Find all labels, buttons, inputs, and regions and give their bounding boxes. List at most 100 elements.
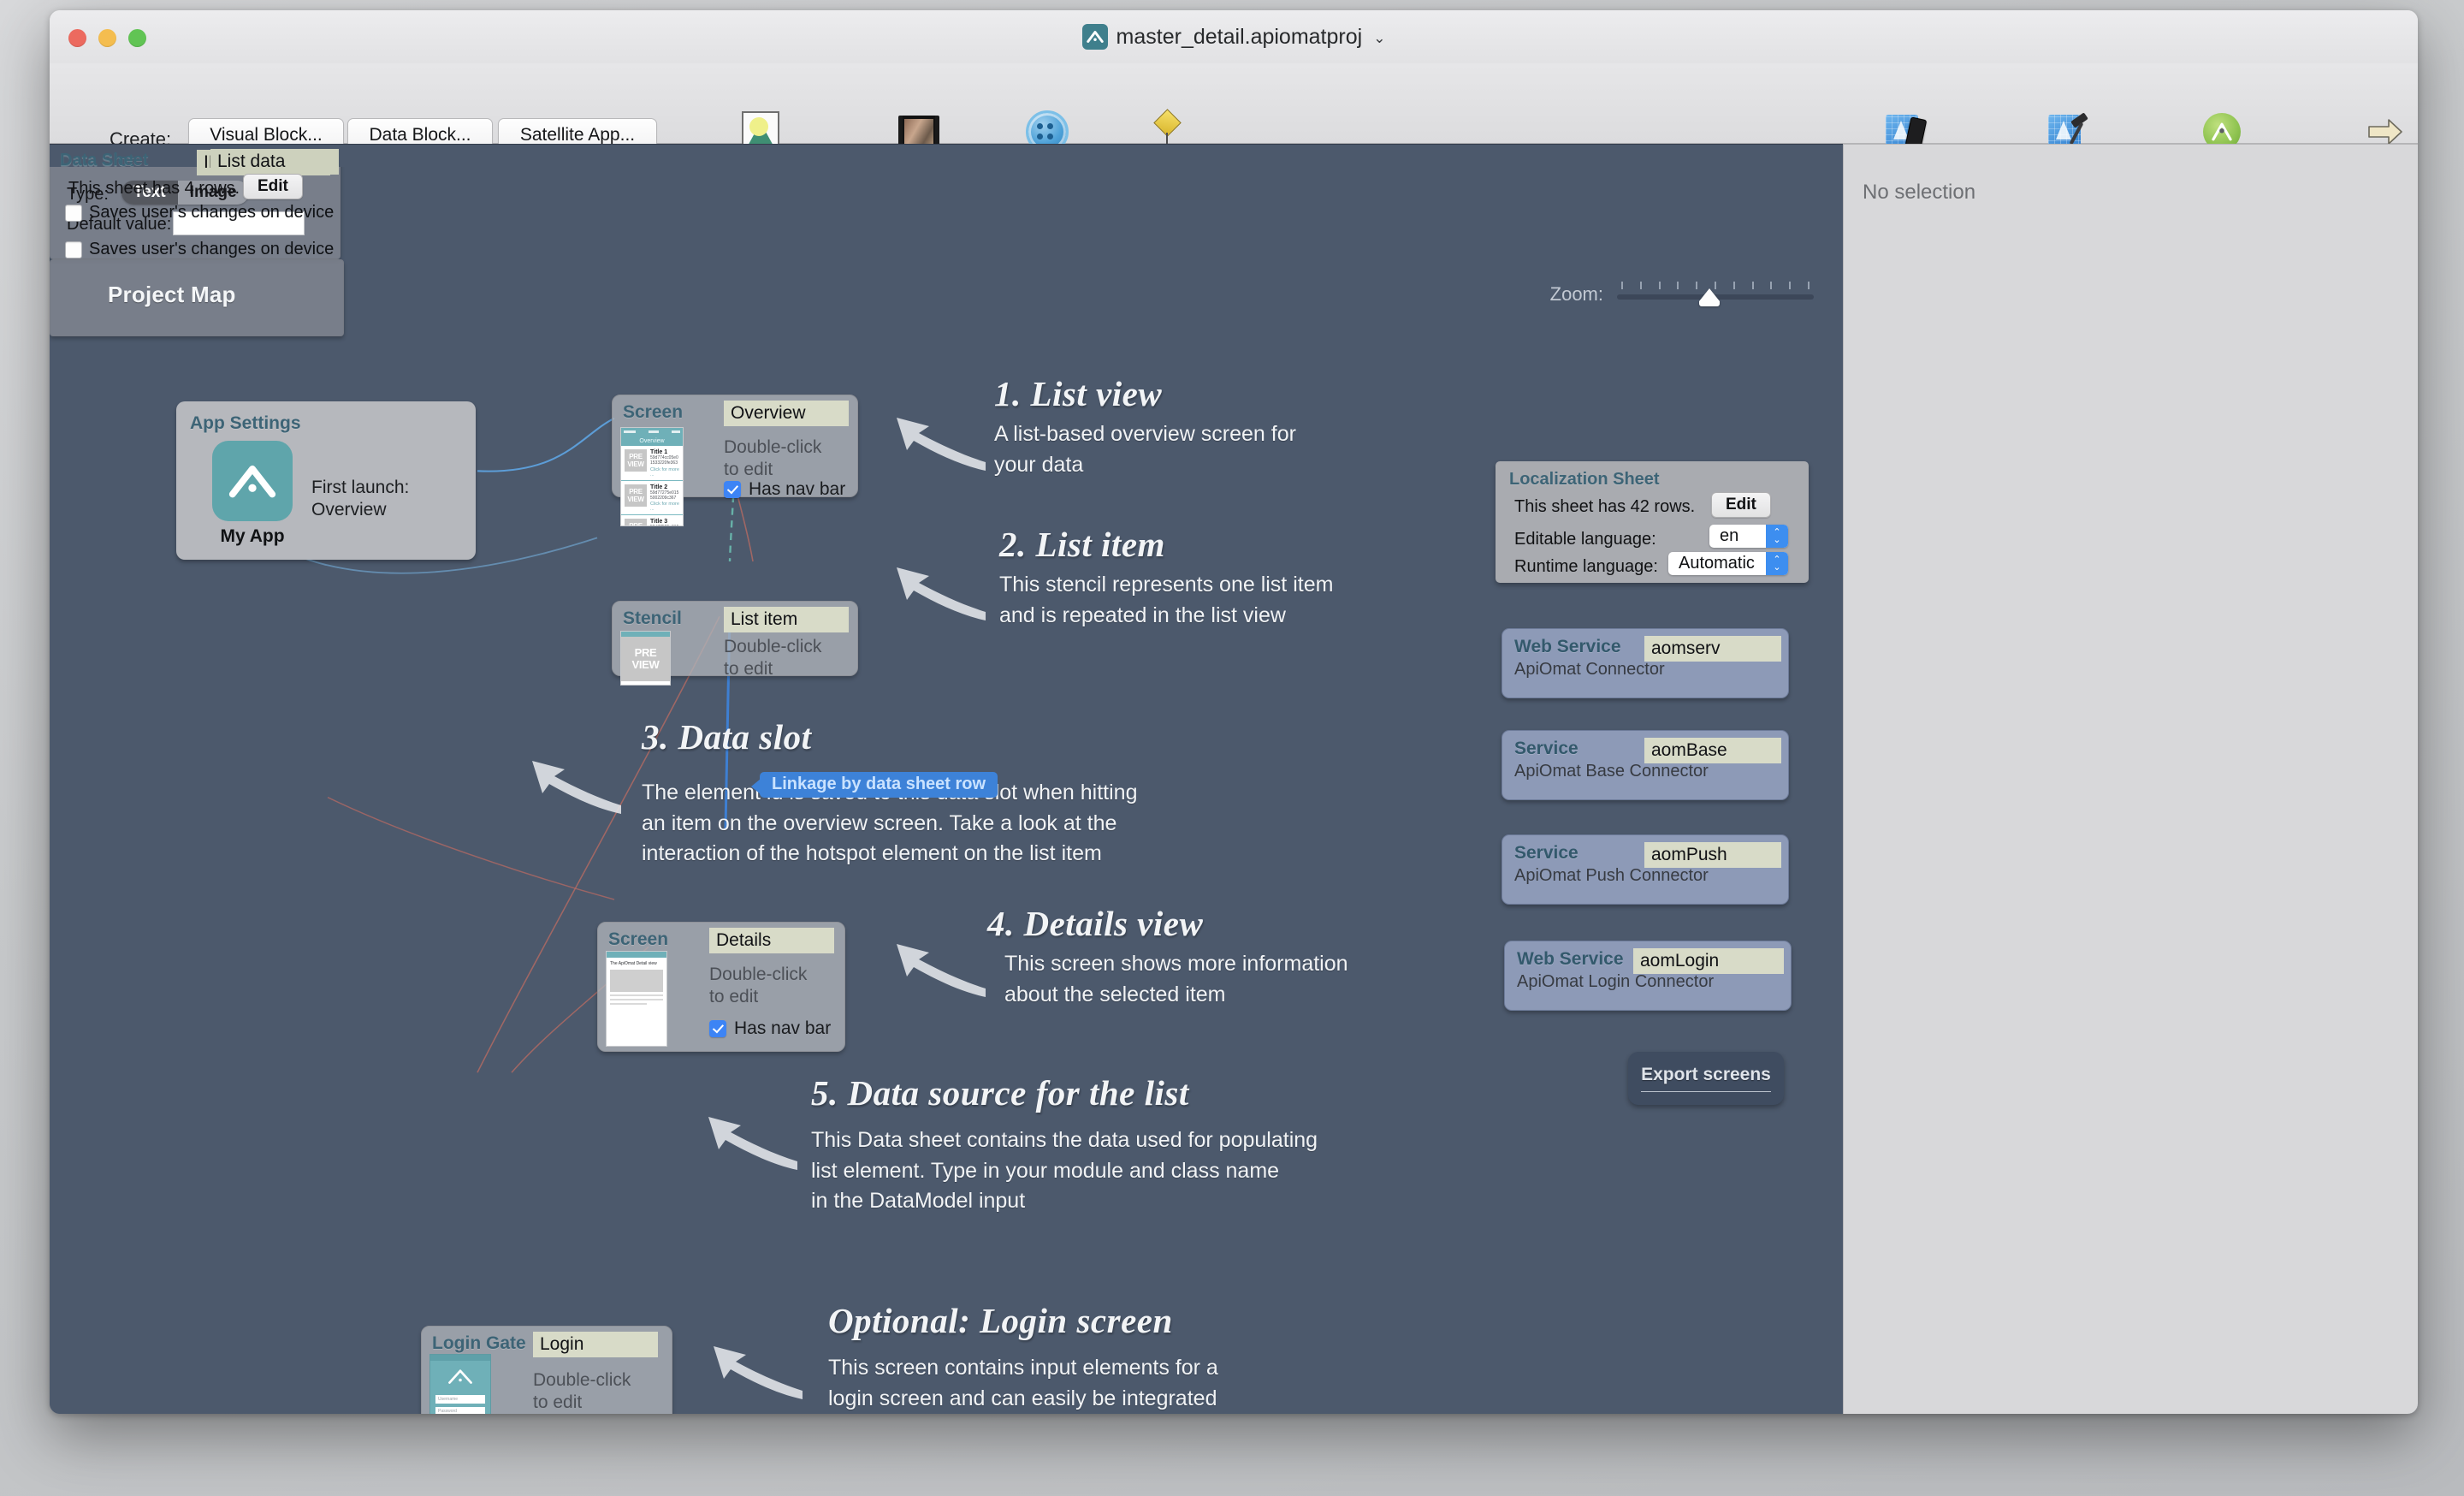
app-window: master_detail.apiomatproj ⌄ Create: Visu… <box>50 10 2418 1414</box>
service-subtitle: ApiOmat Login Connector <box>1517 972 1715 991</box>
node-service-aomlogin[interactable]: Web Service aomLogin ApiOmat Login Conne… <box>1504 941 1792 1011</box>
pointer-arrow-icon <box>525 749 628 817</box>
data-sheet-saves-row[interactable]: Saves user's changes on device <box>65 203 334 223</box>
inspector-panel: No selection <box>1843 144 2418 1414</box>
window-titlebar: master_detail.apiomatproj ⌄ <box>50 10 2418 63</box>
details-preview-line <box>610 1002 648 1005</box>
login-gate-preview: Username Password Login <box>429 1354 491 1414</box>
preview-row-subtitle: 59d77505e0155002209c36b <box>650 525 679 526</box>
help-item-optional: Optional: Login screen This screen conta… <box>828 1300 1478 1414</box>
preview-row-more: Click for more ... <box>650 502 679 512</box>
app-first-launch-text: First launch: Overview <box>311 478 410 520</box>
node-title-web-service: Web Service <box>1514 637 1621 656</box>
editable-language-select[interactable]: en ⌃ ⌄ <box>1709 525 1788 548</box>
service-subtitle: ApiOmat Push Connector <box>1514 866 1709 885</box>
pointer-arrow-icon <box>890 932 992 1000</box>
stepper-arrows-icon[interactable]: ⌃ ⌄ <box>1766 552 1788 575</box>
has-nav-bar-label: Has nav bar <box>734 1018 832 1038</box>
node-service-aompush[interactable]: Service aomPush ApiOmat Push Connector <box>1502 834 1789 905</box>
chevron-down-icon[interactable]: ⌄ <box>1373 30 1385 47</box>
screen-details-name-field[interactable]: Details <box>709 928 834 954</box>
node-app-settings[interactable]: App Settings First launch: Overview My A… <box>176 401 476 560</box>
zoom-knob[interactable] <box>1699 288 1720 306</box>
node-title-stencil: Stencil <box>623 608 682 628</box>
node-screen-details[interactable]: Screen Details Double-click to edit Has … <box>597 922 845 1052</box>
preview-row-subtitle: 59d77275e0155002209c367 <box>650 490 679 501</box>
node-title-web-service: Web Service <box>1517 949 1624 969</box>
linkage-badge: Linkage by data sheet row <box>750 772 998 798</box>
preview-row-title: Title 2 <box>650 484 668 490</box>
preview-lines: Title 2 59d77275e0155002209c367 Click fo… <box>650 484 679 513</box>
preview-thumb: PREVIEW <box>625 484 647 507</box>
app-name-label: My App <box>220 526 285 546</box>
help-title: 4. Details view <box>987 904 1204 943</box>
checkbox-checked-icon[interactable] <box>709 1020 726 1037</box>
zoom-control[interactable]: Zoom: <box>1550 282 1814 307</box>
node-service-aombase[interactable]: Service aomBase ApiOmat Base Connector <box>1502 730 1789 800</box>
stencil-name-field[interactable]: List item <box>724 607 849 633</box>
service-subtitle: ApiOmat Connector <box>1514 660 1665 679</box>
stepper-arrows-icon[interactable]: ⌃ ⌄ <box>1766 525 1788 548</box>
node-localization-sheet[interactable]: Localization Sheet This sheet has 42 row… <box>1496 461 1809 583</box>
help-body: This screen shows more information about… <box>1004 952 1348 1006</box>
editable-language-label: Editable language: <box>1514 530 1656 549</box>
data-sheet-name-field[interactable]: List data <box>210 149 339 175</box>
localization-edit-button[interactable]: Edit <box>1711 492 1771 518</box>
help-title: 3. Data slot <box>642 717 812 757</box>
pointer-arrow-icon <box>707 1334 809 1403</box>
node-title-data-sheet: Data Sheet <box>60 151 149 169</box>
export-screens-button[interactable]: Export screens <box>1628 1052 1784 1105</box>
screen-details-has-nav-bar[interactable]: Has nav bar <box>709 1018 831 1039</box>
node-login-gate[interactable]: Login Gate Login Double-click to edit Us… <box>421 1326 672 1414</box>
node-title-screen-overview: Screen <box>623 402 684 422</box>
help-item-4: 4. Details view This screen shows more i… <box>987 903 1501 1010</box>
localization-rows-text: This sheet has 42 rows. <box>1514 497 1696 516</box>
preview-row-title: Title 1 <box>650 449 668 455</box>
help-title: 5. Data source for the list <box>811 1073 1189 1113</box>
screen-overview-name-field[interactable]: Overview <box>724 401 849 427</box>
checkbox-checked-icon[interactable] <box>724 481 741 498</box>
screen-overview-preview: Overview PRE VIEW Title 1 59d774cc05e0153… <box>620 427 684 526</box>
help-item-5: 5. Data source for the list This Data sh… <box>811 1072 1615 1217</box>
service-name-field[interactable]: aomLogin <box>1633 948 1784 975</box>
runtime-language-select[interactable]: Automatic ⌃ ⌄ <box>1668 552 1788 575</box>
runtime-language-value: Automatic <box>1679 554 1755 573</box>
node-screen-overview[interactable]: Screen Overview Double-click to edit Has… <box>612 395 858 526</box>
preview-nav-title: Overview <box>621 436 683 446</box>
help-item-2: 2. List item This stencil represents one… <box>999 524 1513 631</box>
screen-overview-has-nav-bar[interactable]: Has nav bar <box>724 479 845 500</box>
checkbox-unchecked-icon[interactable] <box>65 240 82 258</box>
document-title[interactable]: master_detail.apiomatproj ⌄ <box>50 24 2418 50</box>
service-name-field[interactable]: aomBase <box>1644 738 1781 764</box>
node-title-service: Service <box>1514 739 1578 758</box>
data-sheet-rows-text: This sheet has 4 rows. <box>68 179 240 198</box>
screen-details-hint: Double-click to edit <box>709 965 808 1007</box>
checkbox-unchecked-icon[interactable] <box>65 204 82 222</box>
login-gate-name-field[interactable]: Login <box>533 1332 658 1358</box>
data-slot-saves-row[interactable]: Saves user's changes on device <box>65 240 334 259</box>
stencil-preview: PRE VIEW <box>620 631 671 686</box>
data-slot-saves-label: Saves user's changes on device <box>89 240 335 258</box>
node-stencil-list-item[interactable]: Stencil List item Double-click to edit P… <box>612 601 858 686</box>
node-title-screen-details: Screen <box>608 929 669 949</box>
preview-row-more: Click for more ... <box>650 466 679 478</box>
stencil-preview-thumb: PRE VIEW <box>621 637 670 681</box>
screen-details-preview: The ApiOmat Detail view <box>606 951 667 1047</box>
help-body: This Data sheet contains the data used f… <box>811 1128 1318 1213</box>
pointer-arrow-icon <box>702 1105 804 1173</box>
export-screens-label: Export screens <box>1641 1065 1771 1092</box>
node-title-service: Service <box>1514 843 1578 863</box>
node-title-login-gate: Login Gate <box>432 1333 526 1353</box>
zoom-slider[interactable] <box>1617 282 1814 307</box>
preview-status-bar <box>621 428 683 436</box>
preview-lines: Title 3 59d77505e0155002209c36b Click fo… <box>650 519 679 526</box>
preview-thumb: PREVIEW <box>625 519 647 525</box>
service-name-field[interactable]: aomserv <box>1644 636 1781 662</box>
service-name-field[interactable]: aomPush <box>1644 842 1781 869</box>
node-service-aomserv[interactable]: Web Service aomserv ApiOmat Connector <box>1502 628 1789 698</box>
app-icon <box>212 441 293 521</box>
document-title-text: master_detail.apiomatproj <box>1116 24 1363 49</box>
project-map-canvas[interactable]: Project Map Zoom: App Settings First lau… <box>50 144 1843 1414</box>
help-title: 2. List item <box>999 525 1165 564</box>
data-sheet-edit-button[interactable]: Edit <box>243 174 303 199</box>
